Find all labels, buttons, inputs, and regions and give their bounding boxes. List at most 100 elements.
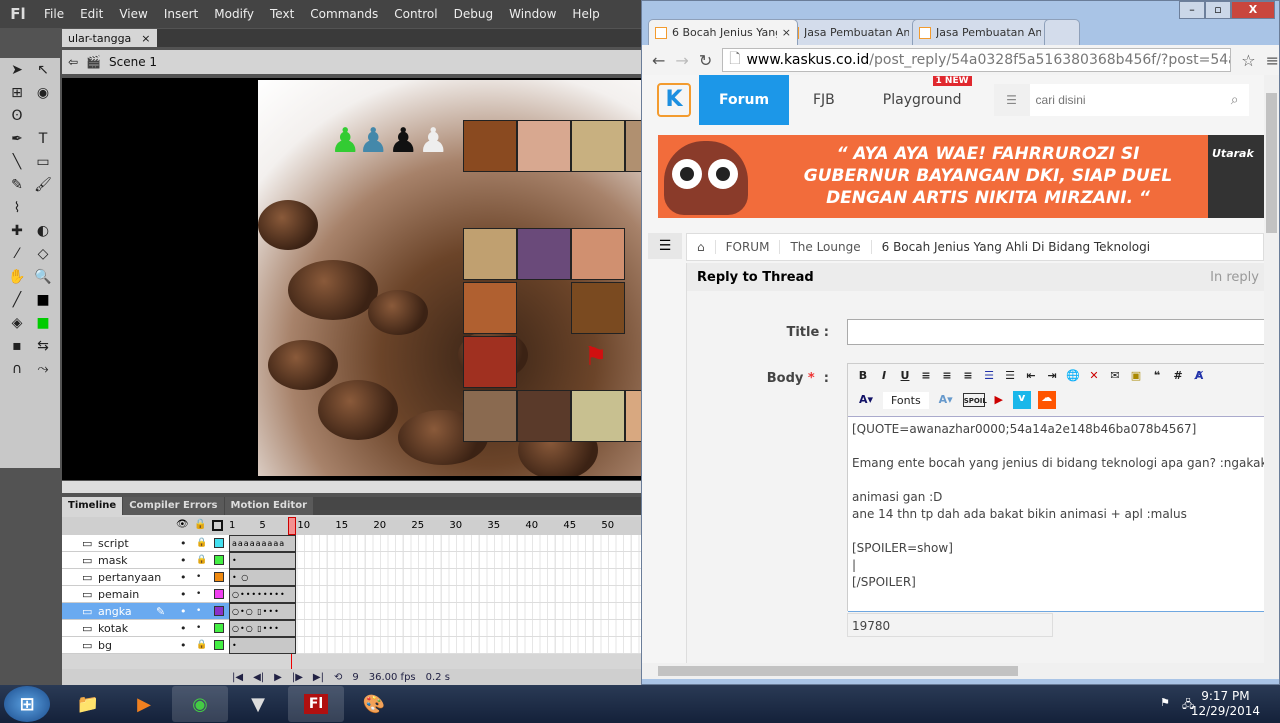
start-button[interactable]: ⊞ <box>4 686 50 722</box>
tool-26-icon[interactable]: ∩ <box>4 361 30 384</box>
timeline-tab-1[interactable]: Compiler Errors <box>123 497 224 515</box>
menu-window[interactable]: Window <box>501 7 564 21</box>
keyframe-span[interactable]: ○•○ ▯••• <box>229 620 296 637</box>
back-icon[interactable]: ← <box>652 51 665 70</box>
layer-color-swatch[interactable] <box>214 589 224 599</box>
pawn-icon[interactable]: ♟ <box>358 124 388 158</box>
unlink-icon[interactable]: ✕ <box>1087 369 1101 383</box>
layer-color-swatch[interactable] <box>214 606 224 616</box>
reload-icon[interactable]: ↻ <box>699 51 712 70</box>
keyframe-span[interactable]: ○•••••••• <box>229 586 296 603</box>
tool-0-icon[interactable]: ➤ <box>4 62 30 85</box>
pawn-icon[interactable]: ♟ <box>330 124 360 158</box>
visibility-dot[interactable]: • <box>180 571 187 584</box>
layer-color-swatch[interactable] <box>214 538 224 548</box>
star-icon[interactable]: ☆ <box>1241 51 1255 70</box>
hash-icon[interactable]: # <box>1171 369 1185 383</box>
layer-color-swatch[interactable] <box>214 623 224 633</box>
visibility-dot[interactable]: • <box>180 639 187 652</box>
new-tab-button[interactable] <box>1044 19 1080 45</box>
menu-edit[interactable]: Edit <box>72 7 111 21</box>
taskbar-flash[interactable]: Fl <box>288 686 344 722</box>
tool-2-icon[interactable]: ⊞ <box>4 85 30 108</box>
bullet-list-icon[interactable]: ☰ <box>982 369 996 383</box>
play-icon[interactable]: ▶ <box>274 672 282 683</box>
pawn-icon[interactable]: ♟ <box>418 124 448 158</box>
fps-value[interactable]: 36.00 <box>369 672 398 683</box>
underline-icon[interactable]: U <box>898 369 912 383</box>
search-box[interactable]: ☰⌕ <box>993 84 1249 116</box>
align-left-icon[interactable]: ≡ <box>919 369 933 383</box>
layer-color-swatch[interactable] <box>214 572 224 582</box>
keyframe-span[interactable]: ○•○ ▯••• <box>229 603 296 620</box>
tool-8-icon[interactable]: ╲ <box>4 154 30 177</box>
taskbar-media-player[interactable]: ▶ <box>116 686 172 722</box>
unlocked-dot[interactable]: • <box>196 572 201 582</box>
back-arrow-icon[interactable]: ⇦ <box>68 55 78 69</box>
link-icon[interactable]: 🌐 <box>1066 369 1080 383</box>
board-tile-image[interactable] <box>571 120 625 172</box>
tool-11-icon[interactable]: 🖌 <box>30 177 56 200</box>
font-color-icon[interactable]: A▾ <box>856 393 876 407</box>
font-size-icon[interactable]: A▾ <box>936 393 956 407</box>
board-tile-image[interactable] <box>625 120 641 172</box>
menu-control[interactable]: Control <box>386 7 445 21</box>
visibility-dot[interactable]: • <box>180 605 187 618</box>
taskbar-app[interactable]: ▼ <box>230 686 286 722</box>
quote-icon[interactable]: ❝ <box>1150 369 1164 383</box>
remove-format-icon[interactable]: A̸ <box>1192 369 1206 383</box>
keyframe-span[interactable]: • <box>229 637 296 654</box>
browser-tab-0[interactable]: 6 Bocah Jenius Yang A × <box>648 19 798 45</box>
layer-bg[interactable]: ▭ bg • 🔒 <box>62 637 229 654</box>
align-center-icon[interactable]: ≡ <box>940 369 954 383</box>
unlocked-dot[interactable]: • <box>196 589 201 599</box>
board-tile-image[interactable] <box>625 390 641 442</box>
tool-17-icon[interactable]: ◇ <box>30 246 56 269</box>
close-icon[interactable]: × <box>141 32 150 45</box>
title-input[interactable] <box>847 319 1264 345</box>
document-tab[interactable]: ular-tangga × <box>62 29 157 47</box>
layer-kotak[interactable]: ▭ kotak • • <box>62 620 229 637</box>
visibility-dot[interactable]: • <box>180 554 187 567</box>
tool-4-icon[interactable]: ʘ <box>4 108 30 131</box>
tool-3-icon[interactable]: ◉ <box>30 85 56 108</box>
italic-icon[interactable]: I <box>877 369 891 383</box>
menu-text[interactable]: Text <box>262 7 302 21</box>
tool-10-icon[interactable]: ✎ <box>4 177 30 200</box>
layer-frames[interactable]: aaaaaaaaa <box>229 535 641 552</box>
taskbar-paint[interactable]: 🎨 <box>346 686 402 722</box>
banner-ad[interactable]: “ AYA AYA WAE! FAHRRUROZI SI GUBERNUR BA… <box>658 135 1264 218</box>
tool-18-icon[interactable]: ✋ <box>4 269 30 292</box>
layer-pertanyaan[interactable]: ▭ pertanyaan • • <box>62 569 229 586</box>
tool-21-icon[interactable]: ■ <box>30 292 56 315</box>
tool-24-icon[interactable]: ▪ <box>4 338 30 361</box>
forward-icon[interactable]: → <box>675 51 688 70</box>
board-tile-image[interactable] <box>463 336 517 388</box>
taskbar-explorer[interactable]: 📁 <box>60 686 116 722</box>
address-bar[interactable]: 🗋 www.kaskus.co.id/post_reply/54a0328f5a5… <box>722 48 1232 72</box>
outline-icon[interactable] <box>212 520 223 531</box>
image-icon[interactable]: ▣ <box>1129 369 1143 383</box>
layer-frames[interactable]: ○•••••••• <box>229 586 641 603</box>
next-frame-icon[interactable]: |▶ <box>292 672 303 683</box>
side-menu-icon[interactable]: ☰ <box>648 233 682 259</box>
home-icon[interactable]: ⌂ <box>687 240 716 254</box>
layer-pemain[interactable]: ▭ pemain • • <box>62 586 229 603</box>
layer-frames[interactable]: • ○ <box>229 569 641 586</box>
lock-icon[interactable]: 🔒 <box>196 538 207 548</box>
board-tile-image[interactable] <box>463 390 517 442</box>
board-tile-image[interactable] <box>571 282 625 334</box>
board-tile-image[interactable] <box>517 228 571 280</box>
outdent-icon[interactable]: ⇤ <box>1024 369 1038 383</box>
layer-frames[interactable]: • <box>229 637 641 654</box>
lock-icon[interactable]: 🔒 <box>196 640 207 650</box>
menu-icon[interactable]: ≡ <box>1266 51 1279 70</box>
fonts-dropdown[interactable]: Fonts <box>883 391 929 409</box>
board-tile-image[interactable] <box>517 120 571 172</box>
breadcrumb-forum[interactable]: FORUM <box>716 240 781 254</box>
visibility-dot[interactable]: • <box>180 588 187 601</box>
tray-flag-icon[interactable]: ⚑ <box>1160 696 1170 709</box>
prev-frame-icon[interactable]: ◀| <box>253 672 264 683</box>
board-tile-image[interactable] <box>517 390 571 442</box>
kaskus-logo[interactable]: K <box>657 83 691 117</box>
